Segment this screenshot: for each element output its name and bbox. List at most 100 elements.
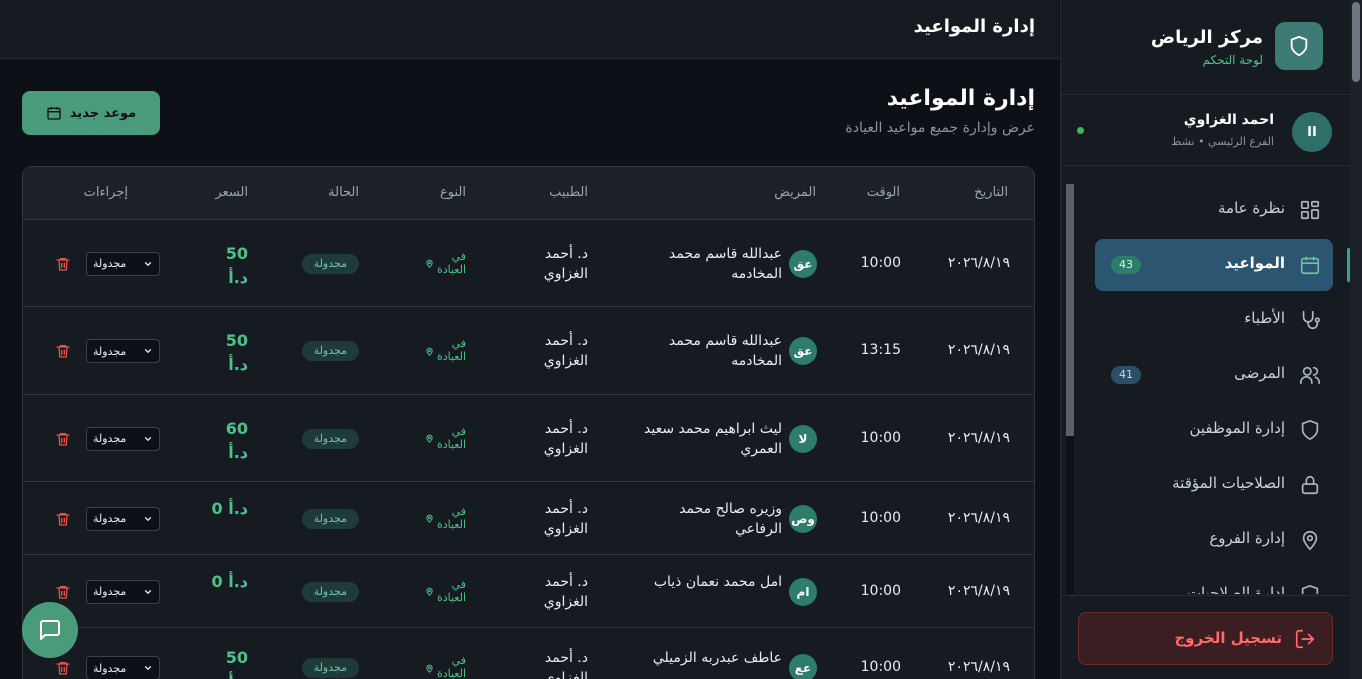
stethoscope-icon <box>1299 309 1321 331</box>
cell-price: 0 د.أ <box>212 570 248 594</box>
price-line1: 50 <box>225 648 248 667</box>
doctor-name-line1: د. أحمد <box>544 573 588 590</box>
cell-patient[interactable]: عاطف عبدربه الزميلي <box>612 648 782 668</box>
cell-type: في العيادة <box>425 654 466 679</box>
chat-button[interactable] <box>22 602 78 658</box>
type-line2: العيادة <box>436 517 466 531</box>
status-badge: مجدولة <box>301 428 359 449</box>
price-line2: د.أ <box>228 442 248 462</box>
patient-avatar: عق <box>789 337 817 365</box>
table-row[interactable]: ٢٠٢٦/٨/١٩ 10:00 عق عبدالله قاسم محمد الم… <box>23 219 1034 306</box>
type-text: في العيادة <box>437 578 466 604</box>
sidebar-item-label: نظرة عامة <box>1218 199 1285 217</box>
column-header-actions: إجراءات <box>83 185 128 200</box>
cell-doctor: د. أحمد الغزاوي <box>544 244 588 284</box>
sidebar-item-appointments[interactable]: المواعيد 43 <box>1095 239 1333 291</box>
calendar-icon <box>1299 254 1321 276</box>
map-pin-icon <box>425 433 434 443</box>
delete-icon[interactable] <box>55 343 71 359</box>
page-title: إدارة المواعيد <box>886 86 1035 111</box>
topbar-title: إدارة المواعيد <box>913 16 1035 37</box>
cell-patient[interactable]: امل محمد نعمان ذياب <box>612 572 782 592</box>
type-text: في العيادة <box>437 250 466 276</box>
sidebar-item-label: الصلاحيات المؤقتة <box>1172 474 1285 492</box>
page-scrollbar[interactable] <box>1350 0 1362 679</box>
map-pin-icon <box>425 258 434 268</box>
status-badge: مجدولة <box>301 581 359 602</box>
appointments-table: التاريخ الوقت المريض الطبيب النوع الحالة… <box>22 166 1035 679</box>
cell-price: 50 د.أ <box>226 242 248 290</box>
patient-name-line1: عبدالله قاسم محمد <box>668 245 782 262</box>
user-card[interactable]: II احمد الغزاوي الفرع الرئيسي • نشط <box>1061 96 1350 166</box>
cell-time: 10:00 <box>860 429 901 446</box>
patient-name-line2: المخادمه <box>731 353 782 369</box>
cell-patient[interactable]: وزيره صالح محمد الرفاعي <box>612 499 782 539</box>
cell-date: ٢٠٢٦/٨/١٩ <box>947 582 1010 599</box>
cell-time: 10:00 <box>860 582 901 599</box>
chevron-down-icon <box>143 434 153 444</box>
sidebar-item-branches[interactable]: إدارة الفروع <box>1095 514 1333 566</box>
cell-date: ٢٠٢٦/٨/١٩ <box>947 429 1010 446</box>
status-select[interactable]: مجدولة <box>86 506 160 531</box>
count-badge: 41 <box>1111 366 1141 384</box>
patient-name-line2: المخادمه <box>731 265 782 282</box>
cell-patient[interactable]: عبدالله قاسم محمد المخادمه <box>612 331 782 371</box>
cell-time: 10:00 <box>860 659 901 675</box>
status-select[interactable]: مجدولة <box>86 656 160 679</box>
type-line2: العيادة <box>436 350 466 363</box>
nav-scrollbar[interactable] <box>1066 184 1074 594</box>
sidebar-item-label: المرضى <box>1234 364 1285 382</box>
status-select[interactable]: مجدولة <box>86 339 160 363</box>
sidebar-item-permissions[interactable]: إدارة الصلاحيات <box>1095 569 1333 594</box>
sidebar-item-doctors[interactable]: الأطباء <box>1095 294 1333 346</box>
type-line1: في <box>451 249 466 263</box>
price-line1: 0 د.أ <box>211 571 248 591</box>
type-line2: العيادة <box>436 667 466 679</box>
column-header-patient: المريض <box>774 185 816 200</box>
brand-title: مركز الرياض <box>1150 27 1263 48</box>
delete-icon[interactable] <box>55 660 71 676</box>
status-select-value: مجدولة <box>93 661 127 675</box>
type-text: في العيادة <box>437 425 466 451</box>
type-text: في العيادة <box>437 505 466 531</box>
price-line1: 0 د.أ <box>211 498 248 518</box>
delete-icon[interactable] <box>55 431 71 447</box>
status-select[interactable]: مجدولة <box>86 579 160 604</box>
table-row[interactable]: ٢٠٢٦/٨/١٩ 10:00 ام امل محمد نعمان ذياب د… <box>23 554 1034 627</box>
cell-type: في العيادة <box>425 505 466 531</box>
sidebar-item-label: المواعيد <box>1224 254 1285 272</box>
type-line2: العيادة <box>436 590 466 604</box>
column-header-date: التاريخ <box>974 185 1008 200</box>
users-icon <box>1299 364 1321 386</box>
delete-icon[interactable] <box>55 256 71 272</box>
patient-avatar: لا <box>789 424 817 453</box>
table-row[interactable]: ٢٠٢٦/٨/١٩ 13:15 عق عبدالله قاسم محمد الم… <box>23 306 1034 394</box>
doctor-name-line2: الغزاوي <box>543 670 588 679</box>
status-select[interactable]: مجدولة <box>86 251 160 276</box>
table-row[interactable]: ٢٠٢٦/٨/١٩ 10:00 وص وزيره صالح محمد الرفا… <box>23 481 1034 554</box>
status-select[interactable]: مجدولة <box>86 426 160 451</box>
cell-patient[interactable]: عبدالله قاسم محمد المخادمه <box>612 244 782 284</box>
table-header: التاريخ الوقت المريض الطبيب النوع الحالة… <box>23 167 1034 219</box>
cell-patient[interactable]: ليث ابراهيم محمد سعيد العمري <box>612 419 782 459</box>
page-scrollbar-thumb[interactable] <box>1352 2 1360 82</box>
status-badge: مجدولة <box>301 508 359 529</box>
new-appointment-button[interactable]: موعد جديد <box>22 91 160 135</box>
type-line2: العيادة <box>436 437 466 451</box>
delete-icon[interactable] <box>55 511 71 527</box>
calendar-icon <box>46 105 62 121</box>
map-pin-icon <box>425 663 434 673</box>
sidebar-item-overview[interactable]: نظرة عامة <box>1095 184 1333 236</box>
table-row[interactable]: ٢٠٢٦/٨/١٩ 10:00 لا ليث ابراهيم محمد سعيد… <box>23 394 1034 481</box>
doctor-name-line2: الغزاوي <box>543 440 588 457</box>
patient-name-line1: عاطف عبدربه الزميلي <box>652 650 782 666</box>
map-pin-icon <box>425 346 434 356</box>
delete-icon[interactable] <box>55 584 71 600</box>
nav-scrollbar-thumb[interactable] <box>1066 184 1074 436</box>
table-row[interactable]: ٢٠٢٦/٨/١٩ 10:00 عع عاطف عبدربه الزميلي د… <box>23 627 1034 679</box>
sidebar-item-staff[interactable]: إدارة الموظفين <box>1095 404 1333 456</box>
doctor-name-line1: د. أحمد <box>544 245 588 262</box>
sidebar-item-temp-permissions[interactable]: الصلاحيات المؤقتة <box>1095 459 1333 511</box>
logout-button[interactable]: تسجيل الخروج <box>1078 612 1333 665</box>
sidebar-item-patients[interactable]: المرضى 41 <box>1095 349 1333 401</box>
